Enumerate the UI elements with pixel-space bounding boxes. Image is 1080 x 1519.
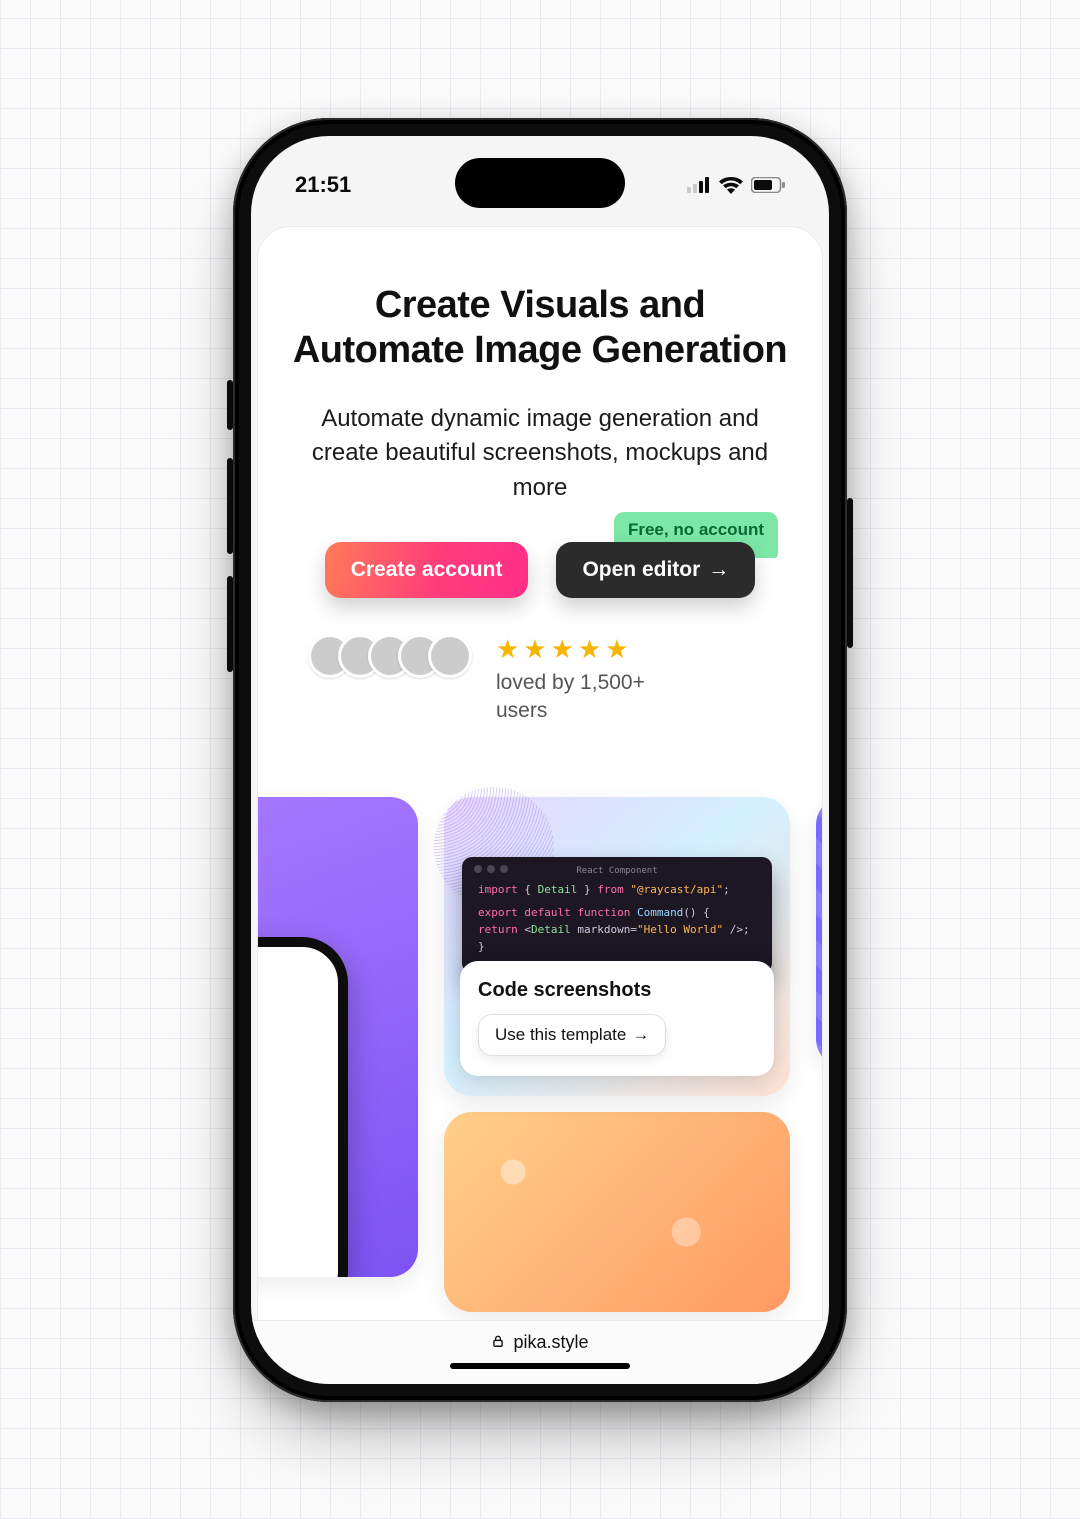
arrow-right-icon: →: [708, 558, 729, 582]
browser-bottom-bar: pika.style: [251, 1320, 829, 1384]
template-carousel[interactable]: e your to Arc React Component: [257, 797, 823, 1312]
template-card-code[interactable]: React Component import { Detail } from "…: [444, 797, 790, 1096]
arc-card-title: e your to Arc: [257, 823, 392, 891]
loved-by-text: loved by 1,500+ users: [496, 669, 676, 726]
wifi-icon: [719, 176, 743, 194]
phone-screen: 21:51: [251, 136, 829, 1384]
volume-down-button: [227, 576, 233, 672]
phone-mockup-graphic: [257, 937, 348, 1277]
page-card: Create Visuals and Automate Image Genera…: [257, 226, 823, 1326]
hero-title: Create Visuals and Automate Image Genera…: [288, 283, 792, 374]
template-card-stripe[interactable]: [816, 797, 823, 1067]
power-button: [847, 498, 853, 648]
arrow-right-icon: →: [632, 1025, 649, 1045]
address-bar[interactable]: pika.style: [491, 1332, 588, 1353]
template-card-arc[interactable]: e your to Arc: [257, 797, 418, 1277]
status-time: 21:51: [295, 172, 351, 198]
open-editor-label: Open editor: [582, 558, 700, 582]
code-card-title: Code screenshots: [478, 979, 756, 1002]
side-button: [227, 380, 233, 430]
use-template-button[interactable]: Use this template→: [478, 1014, 666, 1056]
hero-subtitle: Automate dynamic image generation and cr…: [288, 402, 792, 506]
avatar-stack: [308, 634, 472, 678]
template-card-orange[interactable]: [444, 1112, 790, 1312]
code-caption: React Component: [462, 865, 772, 879]
star-rating: ★★★★★: [496, 634, 676, 665]
volume-up-button: [227, 458, 233, 554]
viewport[interactable]: Create Visuals and Automate Image Genera…: [251, 136, 829, 1384]
code-window: React Component import { Detail } from "…: [462, 857, 772, 973]
cellular-icon: [687, 177, 711, 193]
create-account-button[interactable]: Create account: [325, 542, 529, 598]
code-card-panel: Code screenshots Use this template→: [460, 961, 774, 1076]
open-editor-button[interactable]: Open editor →: [556, 542, 755, 598]
url-text: pika.style: [513, 1332, 588, 1353]
dynamic-island: [455, 158, 625, 208]
phone-frame: 21:51: [233, 118, 847, 1402]
rating-block: ★★★★★ loved by 1,500+ users: [496, 634, 676, 726]
lock-icon: [491, 1332, 505, 1353]
social-proof: ★★★★★ loved by 1,500+ users: [288, 634, 792, 726]
avatar: [428, 634, 472, 678]
battery-icon: [751, 177, 785, 193]
cta-row: Free, no account Create account Open edi…: [288, 542, 792, 598]
status-indicators: [687, 176, 785, 194]
home-indicator[interactable]: [450, 1363, 630, 1369]
